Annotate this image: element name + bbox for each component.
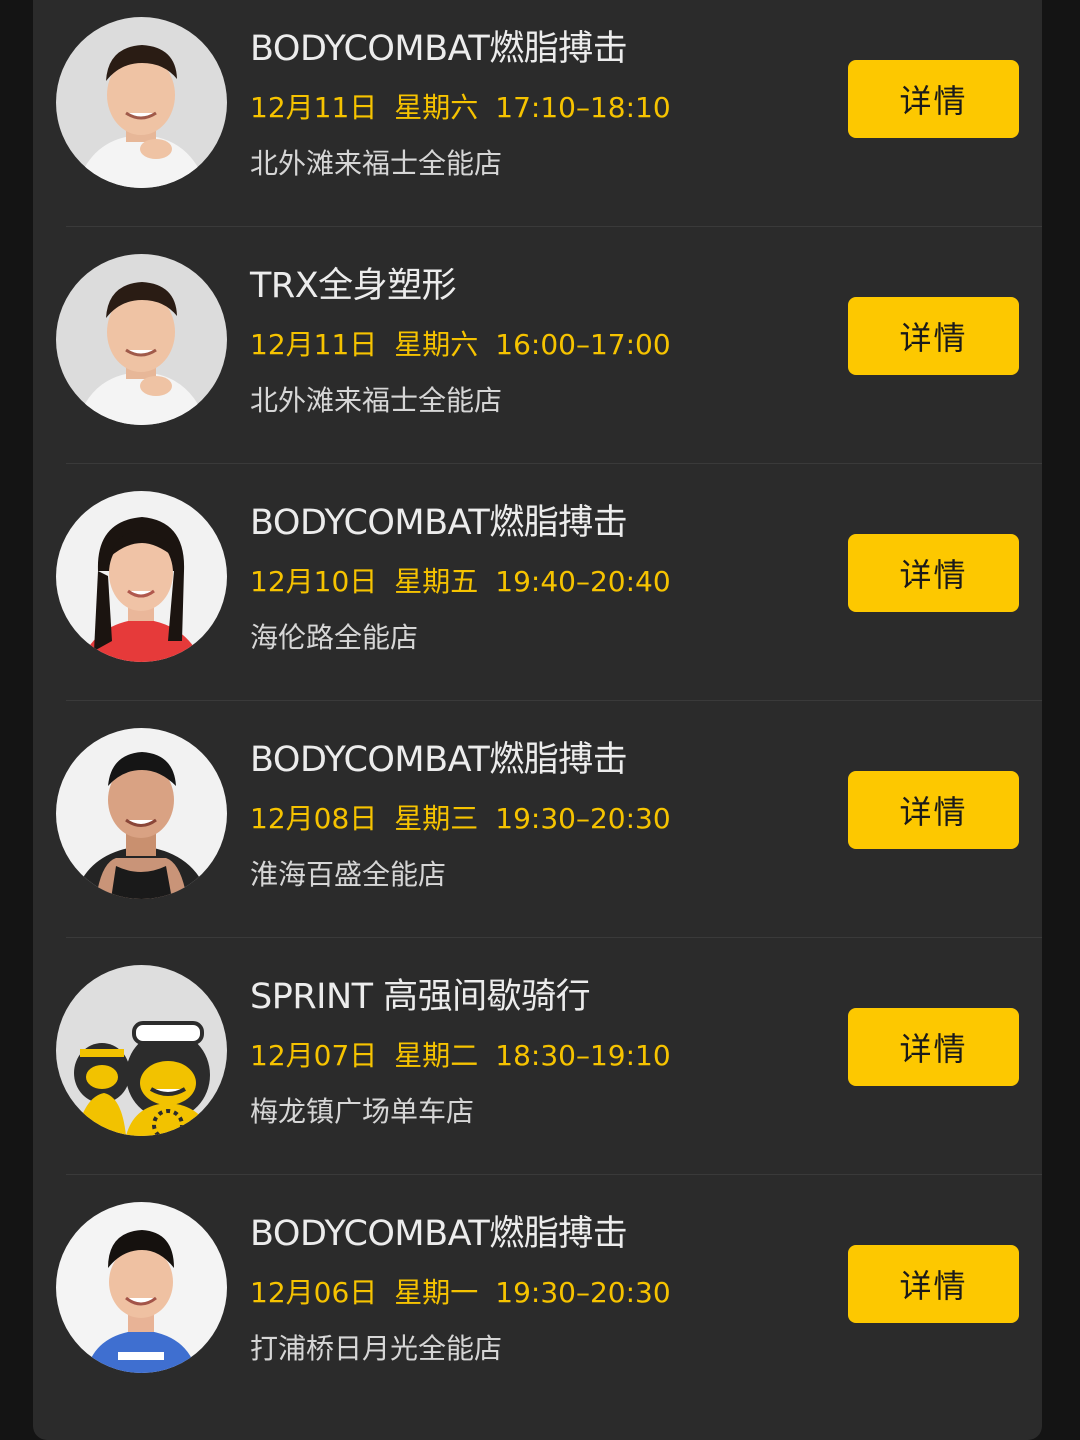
coach-avatar <box>56 254 227 425</box>
detail-button[interactable]: 详情 <box>848 534 1019 612</box>
coach-avatar <box>56 17 227 188</box>
class-card: BODYCOMBAT燃脂搏击 12月11日 星期六 17:10–18:10 北外滩来… <box>33 0 1042 227</box>
class-card: BODYCOMBAT燃脂搏击 12月10日 星期五 19:40–20:40 海伦路全… <box>33 464 1042 701</box>
mascot-avatar <box>56 965 227 1136</box>
class-schedule: 12月11日 星期六 16:00–17:00 <box>250 323 671 363</box>
class-title: BODYCOMBAT燃脂搏击 <box>250 740 628 780</box>
class-date: 12月06日 <box>250 1276 378 1309</box>
class-card: TRX全身塑形 12月11日 星期六 16:00–17:00 北外滩来福士全能店 详… <box>33 227 1042 464</box>
class-store: 海伦路全能店 <box>250 621 419 654</box>
class-schedule: 12月10日 星期五 19:40–20:40 <box>250 560 671 600</box>
class-title: SPRINT 高强间歇骑行 <box>250 977 591 1017</box>
class-time: 17:10–18:10 <box>495 91 671 124</box>
class-time: 18:30–19:10 <box>495 1039 671 1072</box>
class-weekday: 星期六 <box>394 91 479 124</box>
class-store: 梅龙镇广场单车店 <box>250 1095 475 1128</box>
class-title: BODYCOMBAT燃脂搏击 <box>250 503 628 543</box>
class-date: 12月10日 <box>250 565 378 598</box>
class-store: 北外滩来福士全能店 <box>250 147 503 180</box>
class-date: 12月07日 <box>250 1039 378 1072</box>
class-weekday: 星期二 <box>394 1039 479 1072</box>
class-date: 12月08日 <box>250 802 378 835</box>
class-card: BODYCOMBAT燃脂搏击 12月06日 星期一 19:30–20:30 打浦桥日… <box>33 1175 1042 1412</box>
detail-button[interactable]: 详情 <box>848 1245 1019 1323</box>
class-time: 19:30–20:30 <box>495 1276 671 1309</box>
class-schedule: 12月11日 星期六 17:10–18:10 <box>250 86 671 126</box>
class-card: BODYCOMBAT燃脂搏击 12月08日 星期三 19:30–20:30 淮海百盛… <box>33 701 1042 938</box>
class-store: 打浦桥日月光全能店 <box>250 1332 503 1365</box>
class-weekday: 星期六 <box>394 328 479 361</box>
class-schedule: 12月08日 星期三 19:30–20:30 <box>250 797 671 837</box>
class-title: BODYCOMBAT燃脂搏击 <box>250 1214 628 1254</box>
class-title: TRX全身塑形 <box>250 266 457 306</box>
class-weekday: 星期五 <box>394 565 479 598</box>
class-weekday: 星期一 <box>394 1276 479 1309</box>
detail-button[interactable]: 详情 <box>848 1008 1019 1086</box>
detail-button[interactable]: 详情 <box>848 297 1019 375</box>
class-time: 16:00–17:00 <box>495 328 671 361</box>
detail-button[interactable]: 详情 <box>848 771 1019 849</box>
class-schedule: 12月06日 星期一 19:30–20:30 <box>250 1271 671 1311</box>
class-schedule: 12月07日 星期二 18:30–19:10 <box>250 1034 671 1074</box>
coach-avatar <box>56 728 227 899</box>
class-time: 19:40–20:40 <box>495 565 671 598</box>
class-weekday: 星期三 <box>394 802 479 835</box>
detail-button[interactable]: 详情 <box>848 60 1019 138</box>
class-title: BODYCOMBAT燃脂搏击 <box>250 29 628 69</box>
class-store: 淮海百盛全能店 <box>250 858 447 891</box>
class-time: 19:30–20:30 <box>495 802 671 835</box>
class-date: 12月11日 <box>250 91 378 124</box>
class-card: SPRINT 高强间歇骑行 12月07日 星期二 18:30–19:10 梅龙镇广场… <box>33 938 1042 1175</box>
class-date: 12月11日 <box>250 328 378 361</box>
coach-avatar <box>56 1202 227 1373</box>
class-store: 北外滩来福士全能店 <box>250 384 503 417</box>
coach-avatar <box>56 491 227 662</box>
